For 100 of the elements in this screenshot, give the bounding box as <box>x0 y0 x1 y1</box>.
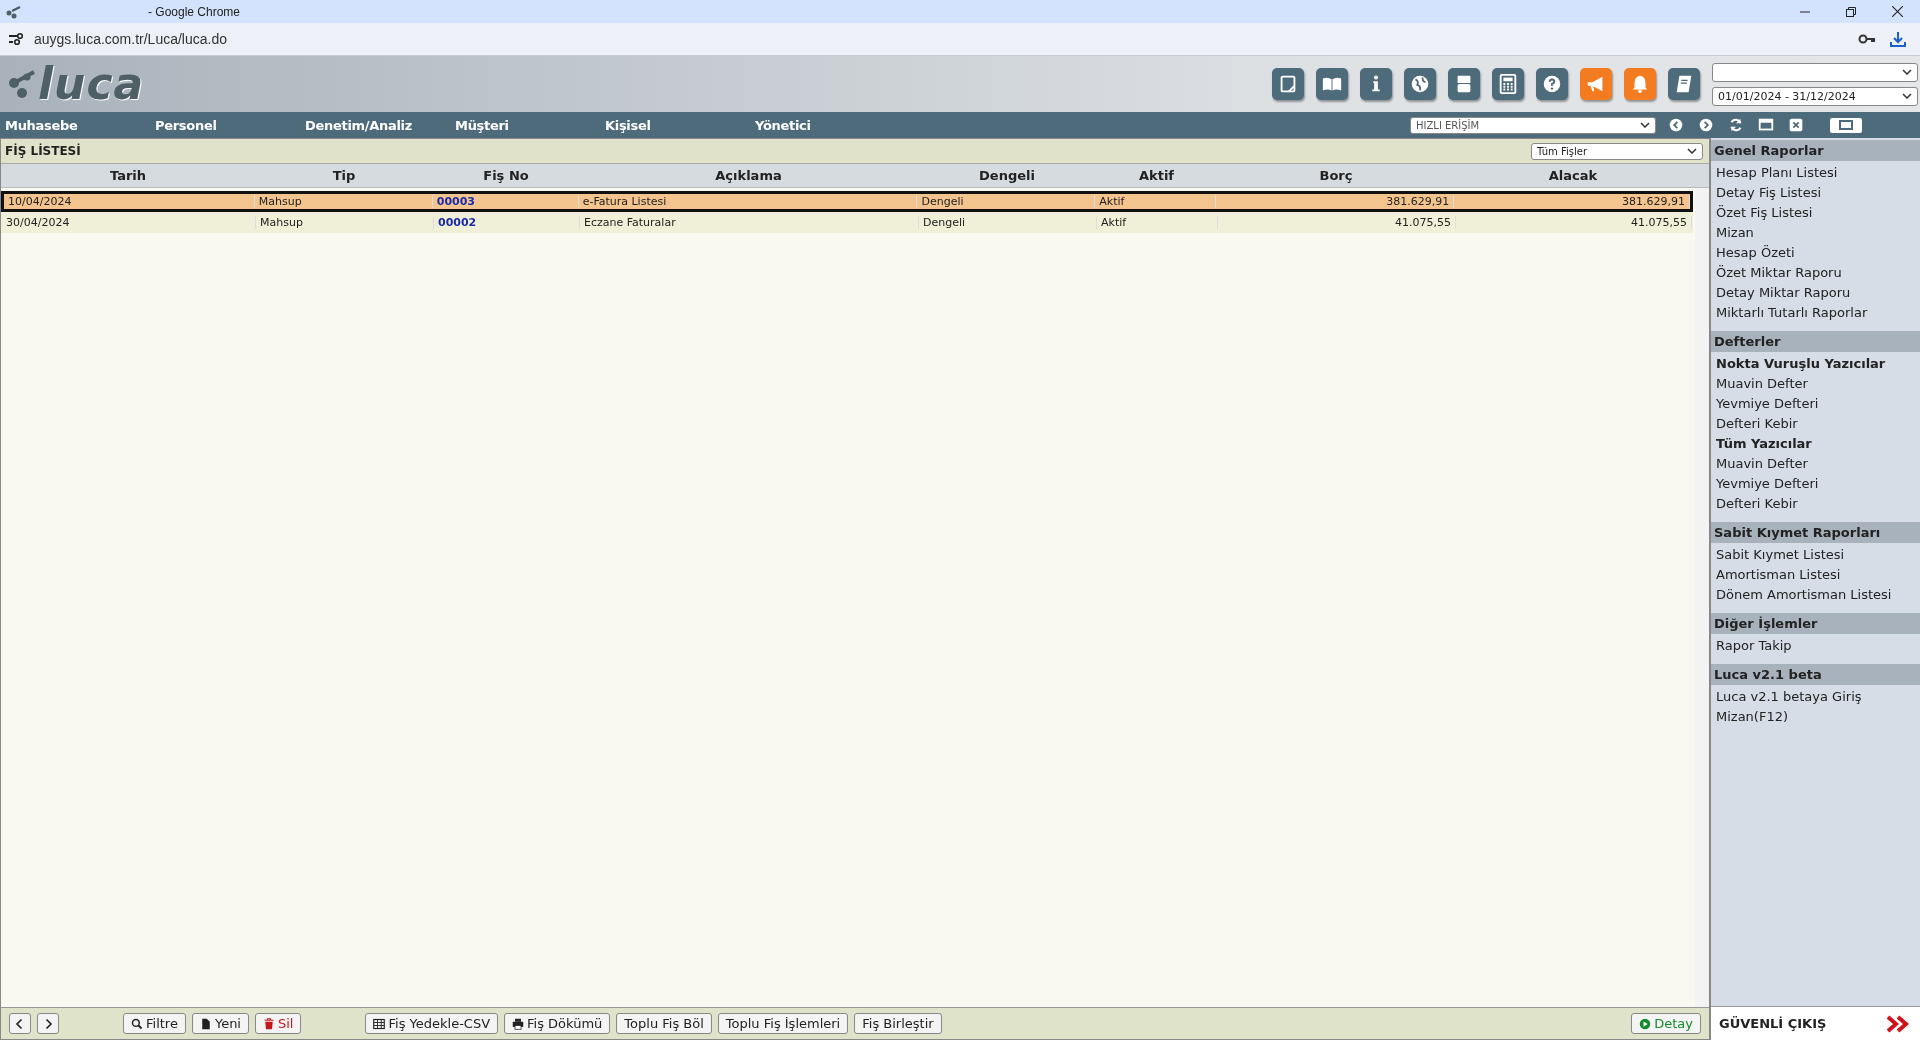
subheading: Tüm Yazıcılar <box>1716 435 1813 453</box>
report-link[interactable]: Detay Fiş Listesi <box>1716 183 1915 203</box>
menu-item[interactable]: Muhasebe <box>0 117 150 133</box>
bell-icon[interactable] <box>1624 68 1656 100</box>
section-header: Luca v2.1 beta <box>1711 664 1920 685</box>
column-header[interactable]: Dengeli <box>918 168 1096 183</box>
book-icon[interactable] <box>1316 68 1348 100</box>
chevron-down-icon <box>1902 93 1912 99</box>
toolbar-button[interactable]: Yeni <box>191 1013 249 1034</box>
info-icon[interactable] <box>1360 68 1392 100</box>
column-header[interactable]: Fiş No <box>433 168 579 183</box>
logo-text: luca <box>38 62 145 106</box>
report-link[interactable]: Muavin Defter <box>1716 454 1915 474</box>
report-link[interactable]: Özet Fiş Listesi <box>1716 203 1915 223</box>
table-row[interactable]: 30/04/2024 Mahsup 00002 Eczane Faturalar Dengeli Aktif 41.075,55 41.075,55 <box>1 212 1693 233</box>
key-icon[interactable] <box>1858 34 1876 44</box>
trash-icon <box>263 1017 275 1030</box>
section-header: Sabit Kıymet Raporları <box>1711 522 1920 543</box>
notebook-icon[interactable] <box>1668 68 1700 100</box>
window-icon <box>1839 120 1853 130</box>
report-link[interactable]: Luca v2.1 betaya Giriş <box>1716 687 1915 707</box>
printer-icon <box>512 1017 525 1030</box>
column-header[interactable]: Borç <box>1217 168 1455 183</box>
voucher-link[interactable]: 00003 <box>432 195 579 208</box>
report-link[interactable]: Hesap Planı Listesi <box>1716 163 1915 183</box>
toolbar-button[interactable]: Toplu Fiş Böl <box>616 1013 712 1034</box>
file-icon <box>199 1017 212 1030</box>
table-cell: Aktif <box>1097 216 1218 229</box>
report-link[interactable]: Sabit Kıymet Listesi <box>1716 545 1915 565</box>
menu-item[interactable]: Müşteri <box>450 117 600 133</box>
report-link[interactable]: Özet Miktar Raporu <box>1716 263 1915 283</box>
report-link[interactable]: Rapor Takip <box>1716 636 1915 656</box>
table-cell: Dengeli <box>917 195 1096 208</box>
toolbar-button[interactable]: Fiş Birleştir <box>854 1013 942 1034</box>
menu-item[interactable]: Denetim/Analiz <box>300 117 450 133</box>
report-link[interactable]: Mizan <box>1716 223 1915 243</box>
restore-icon[interactable] <box>1846 6 1856 17</box>
report-link[interactable]: Hesap Özeti <box>1716 243 1915 263</box>
table-cell: 381.629,91 <box>1454 195 1690 208</box>
toolbar-button[interactable]: Fiş Dökümü <box>504 1013 611 1034</box>
table-cell: Mahsup <box>254 195 433 208</box>
table-cell: Dengeli <box>919 216 1097 229</box>
toolbar-button[interactable]: Sil <box>255 1013 302 1034</box>
next-button[interactable] <box>37 1013 59 1034</box>
filter-select[interactable]: Tüm Fişler <box>1531 142 1703 160</box>
column-header[interactable]: Tarih <box>1 168 255 183</box>
toolbar-button[interactable]: Filtre <box>123 1013 186 1034</box>
column-header[interactable]: Alacak <box>1455 168 1691 183</box>
section-header: Genel Raporlar <box>1711 140 1920 161</box>
table-cell: 10/04/2024 <box>4 195 255 208</box>
voucher-link[interactable]: 00002 <box>434 216 580 229</box>
column-header[interactable]: Tip <box>255 168 433 183</box>
menu-item[interactable]: Yönetici <box>750 117 900 133</box>
table-cell: Eczane Faturalar <box>580 216 919 229</box>
maximize-button[interactable] <box>1830 117 1862 133</box>
subheading: Nokta Vuruşlu Yazıcılar <box>1716 355 1887 373</box>
toolbar-button[interactable]: Detay <box>1631 1013 1701 1034</box>
download-icon[interactable] <box>1890 31 1906 47</box>
close-icon[interactable] <box>1891 6 1903 17</box>
column-header[interactable]: Aktif <box>1096 168 1217 183</box>
table-cell: 30/04/2024 <box>2 216 256 229</box>
report-link[interactable]: Defteri Kebir <box>1716 414 1915 434</box>
site-settings-icon[interactable] <box>8 32 24 46</box>
table-cell: Mahsup <box>256 216 434 229</box>
toolbar-button[interactable]: Toplu Fiş İşlemleri <box>717 1013 849 1034</box>
report-link[interactable]: Mizan(F12) <box>1716 707 1915 727</box>
toolbar-button[interactable]: Fiş Yedekle-CSV <box>365 1013 499 1034</box>
chevron-down-icon <box>1687 148 1697 154</box>
help-icon[interactable] <box>1536 68 1568 100</box>
play-icon <box>1639 1017 1652 1030</box>
report-link[interactable]: Amortisman Listesi <box>1716 565 1915 585</box>
chevron-down-icon <box>1902 69 1912 75</box>
company-select[interactable] <box>1712 62 1918 82</box>
panel-title: FİŞ LİSTESİ <box>5 144 82 158</box>
scrollbar[interactable] <box>1695 188 1709 1007</box>
table-icon <box>373 1017 386 1030</box>
calculator-icon[interactable] <box>1492 68 1524 100</box>
quick-access-select[interactable]: HIZLI ERİŞİM <box>1410 116 1656 134</box>
report-link[interactable]: Detay Miktar Raporu <box>1716 283 1915 303</box>
menu-item[interactable]: Kişisel <box>600 117 750 133</box>
chevron-down-icon <box>1640 122 1650 128</box>
report-link[interactable]: Defteri Kebir <box>1716 494 1915 514</box>
previous-button[interactable] <box>9 1013 31 1034</box>
column-header[interactable]: Açıklama <box>579 168 918 183</box>
window-title: - Google Chrome <box>148 4 242 19</box>
menu-item[interactable]: Personel <box>150 117 300 133</box>
report-link[interactable]: Yevmiye Defteri <box>1716 474 1915 494</box>
table-cell: 41.075,55 <box>1218 216 1456 229</box>
note-icon[interactable] <box>1272 68 1304 100</box>
report-link[interactable]: Muavin Defter <box>1716 374 1915 394</box>
report-link[interactable]: Yevmiye Defteri <box>1716 394 1915 414</box>
megaphone-icon[interactable] <box>1580 68 1612 100</box>
period-select[interactable]: 01/01/2024 - 31/12/2024 <box>1712 86 1918 106</box>
table-cell: e-Fatura Listesi <box>578 195 918 208</box>
globe-icon[interactable] <box>1404 68 1436 100</box>
table-row[interactable]: 10/04/2024 Mahsup 00003 e-Fatura Listesi Dengeli Aktif 381.629,91 381.629,91 <box>1 191 1693 212</box>
search-icon <box>131 1017 143 1030</box>
table-cell: 41.075,55 <box>1456 216 1692 229</box>
report-link[interactable]: Miktarlı Tutarlı Raporlar <box>1716 303 1915 323</box>
report-link[interactable]: Dönem Amortisman Listesi <box>1716 585 1915 605</box>
